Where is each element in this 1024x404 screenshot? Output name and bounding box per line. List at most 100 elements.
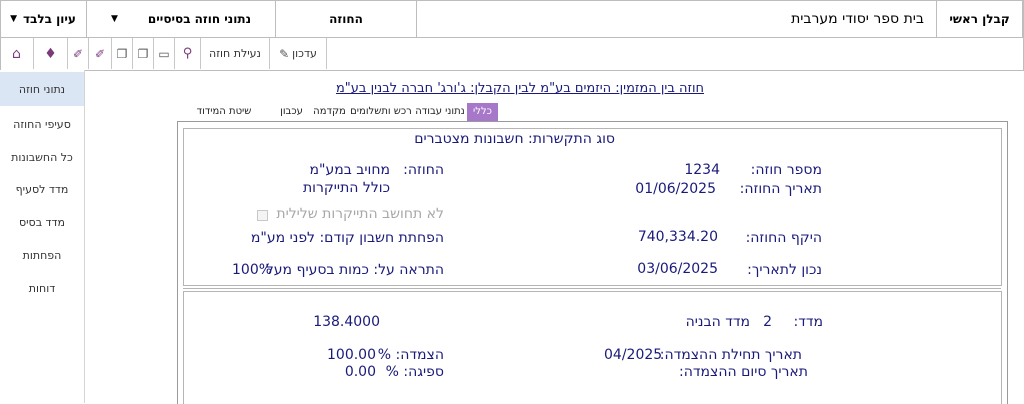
update-label: עדכון xyxy=(292,47,317,60)
sidebar-item-label: מדד לסעיף xyxy=(15,182,69,196)
contract-date-label-text: תאריך החוזה: xyxy=(739,181,822,197)
index-value: 138.4000 xyxy=(300,314,380,330)
no-negative-label: לא תחושב התייקרות שלילית xyxy=(270,206,444,222)
alert-value-text: 100% xyxy=(232,262,273,278)
correct-to-label: נכון לתאריך: xyxy=(722,262,822,278)
absorption-pct-text: 0.00 xyxy=(344,364,376,380)
sidebar-item-label: כל החשבונות xyxy=(11,150,73,164)
no-negative-checkbox[interactable] xyxy=(257,210,268,221)
page-title-text: חוזה בין המזמין: היזמים בע"מ לבין הקבלן:… xyxy=(335,81,704,96)
view-only-select[interactable]: ▼ עיון בלבד xyxy=(0,0,87,38)
tab-general[interactable]: כללי xyxy=(467,103,498,121)
contract-date-text: 01/06/2025 xyxy=(635,181,716,197)
contract-price-increase: כולל התייקרות xyxy=(280,180,390,196)
prev-bill-deduction-text: הפחתת חשבון קודם: לפני מע"מ xyxy=(250,230,444,246)
linkage-start: 04/2025 xyxy=(604,347,662,363)
document-button[interactable]: ▭ xyxy=(154,38,175,69)
index-number: 2 xyxy=(756,314,772,330)
absorption-label-text: ספיגה: % xyxy=(385,364,444,380)
window-icon: ❐ xyxy=(116,46,128,61)
pin-icon: ✐ xyxy=(72,46,84,61)
contract-scope-text: 740,334.20 xyxy=(637,229,718,245)
tab-label: רכש ותשלומים xyxy=(350,106,412,117)
alert-label-text: התראה על: כמות בסעיף מעל xyxy=(265,262,444,278)
contract-vat-value-text: מחויב במע"מ xyxy=(309,162,390,178)
contract-price-increase-text: כולל התייקרות xyxy=(302,180,390,196)
document-icon: ▭ xyxy=(158,46,170,61)
chevron-down-icon: ▼ xyxy=(111,13,118,24)
tab-measurement-method[interactable]: שיטת המידוד xyxy=(178,103,270,121)
contract-scope-label: היקף החוזה: xyxy=(722,230,822,246)
sidebar-item-section-index[interactable]: מדד לסעיף xyxy=(0,172,84,206)
contract-date: 01/06/2025 xyxy=(620,181,716,197)
tab-label: נתוני עבודה xyxy=(415,106,465,117)
project-name: בית ספר יסודי מערבית xyxy=(417,0,937,38)
contract-number: 1234 xyxy=(662,162,720,178)
home-button[interactable]: ⌂ xyxy=(0,38,34,69)
absorption-pct: 0.00 xyxy=(318,364,376,380)
index-number-text: 2 xyxy=(763,314,772,330)
pin-icon: ✐ xyxy=(94,46,106,61)
prev-bill-deduction: הפחתת חשבון קודם: לפני מע"מ xyxy=(248,230,444,246)
correct-to-text: 03/06/2025 xyxy=(637,261,718,277)
basic-data-label: נתוני חוזה בסיסיים xyxy=(147,11,251,26)
sidebar-item-label: דוחות xyxy=(28,281,56,295)
no-negative-label-text: לא תחושב התייקרות שלילית xyxy=(276,206,444,222)
linkage-end-label-text: תאריך סיום ההצמדה: xyxy=(679,364,808,380)
contract-header-label: החוזה xyxy=(329,11,363,26)
sidebar-item-label: מדד בסיס xyxy=(18,215,66,229)
linkage-pct-label-text: הצמדה: % xyxy=(377,347,444,363)
person-icon: ♦ xyxy=(44,45,57,62)
contract-number-label-text: מספר חוזה: xyxy=(750,162,822,178)
page-title: חוזה בין המזמין: היזמים בע"מ לבין הקבלן:… xyxy=(300,81,704,96)
contract-tab-header[interactable]: החוזה xyxy=(276,0,417,38)
edit-icon: ✎ xyxy=(279,46,290,61)
contract-vat-label: החוזה: xyxy=(398,162,444,178)
contract-number-label: מספר חוזה: xyxy=(742,162,822,178)
lock-contract-label: נעילת חוזה xyxy=(209,47,261,60)
sidebar-item-all-bills[interactable]: כל החשבונות xyxy=(0,140,84,174)
linkage-pct-text: 100.00 xyxy=(327,347,376,363)
sidebar-item-label: הפחתות xyxy=(22,248,62,262)
tab-label: כללי xyxy=(473,106,492,117)
tab-advance[interactable]: מקדמה xyxy=(312,103,347,121)
pin-button-2[interactable]: ✐ xyxy=(89,38,112,69)
pin-button-1[interactable]: ✐ xyxy=(68,38,89,69)
absorption-label: ספיגה: % xyxy=(378,364,444,380)
index-name: מדד הבניה xyxy=(672,314,750,330)
sidebar-item-contract-sections[interactable]: סעיפי החוזה xyxy=(0,107,84,141)
window-button-1[interactable]: ❐ xyxy=(112,38,133,69)
form-lower-frame xyxy=(183,291,1002,404)
main-contractor: קבלן ראשי xyxy=(937,0,1023,38)
person-button[interactable]: ♦ xyxy=(34,38,68,69)
update-button[interactable]: ✎ עדכון xyxy=(270,38,327,69)
contract-scope-label-text: היקף החוזה: xyxy=(745,230,822,246)
linkage-start-label: תאריך תחילת ההצמדה: xyxy=(660,347,802,363)
index-label: מדד: xyxy=(778,314,823,330)
contract-type-text: סוג התקשרות: חשבונות מצטברים xyxy=(414,131,615,147)
lock-contract-button[interactable]: נעילת חוזה xyxy=(201,38,270,69)
tab-label: מקדמה xyxy=(313,106,346,117)
window-button-2[interactable]: ❐ xyxy=(133,38,154,69)
linkage-pct: 100.00 xyxy=(318,347,376,363)
contract-number-text: 1234 xyxy=(684,162,720,178)
tab-work-data[interactable]: נתוני עבודה xyxy=(415,103,465,121)
contract-date-label: תאריך החוזה: xyxy=(717,181,822,197)
linkage-start-text: 04/2025 xyxy=(604,347,663,363)
sidebar-item-reports[interactable]: דוחות xyxy=(0,271,84,305)
window-icon: ❐ xyxy=(137,46,149,61)
correct-to-date: 03/06/2025 xyxy=(620,261,718,277)
form-divider xyxy=(183,288,1001,289)
tab-label: שיטת המידוד xyxy=(196,106,252,117)
sidebar-item-contract-data[interactable]: נתוני חוזה xyxy=(0,72,84,106)
sidebar-item-base-index[interactable]: מדד בסיס xyxy=(0,205,84,239)
search-button[interactable]: ⚲ xyxy=(175,38,201,69)
tab-retention[interactable]: עכבון xyxy=(273,103,310,121)
contract-type: סוג התקשרות: חשבונות מצטברים xyxy=(414,131,615,147)
alert-label: התראה על: כמות בסעיף מעל xyxy=(266,262,444,278)
basic-data-select[interactable]: ▼ נתוני חוזה בסיסיים xyxy=(87,0,276,38)
tab-purchase-payments[interactable]: רכש ותשלומים xyxy=(348,103,414,121)
home-icon: ⌂ xyxy=(12,45,21,62)
linkage-pct-label: הצמדה: % xyxy=(378,347,444,363)
sidebar-item-deductions[interactable]: הפחתות xyxy=(0,238,84,272)
